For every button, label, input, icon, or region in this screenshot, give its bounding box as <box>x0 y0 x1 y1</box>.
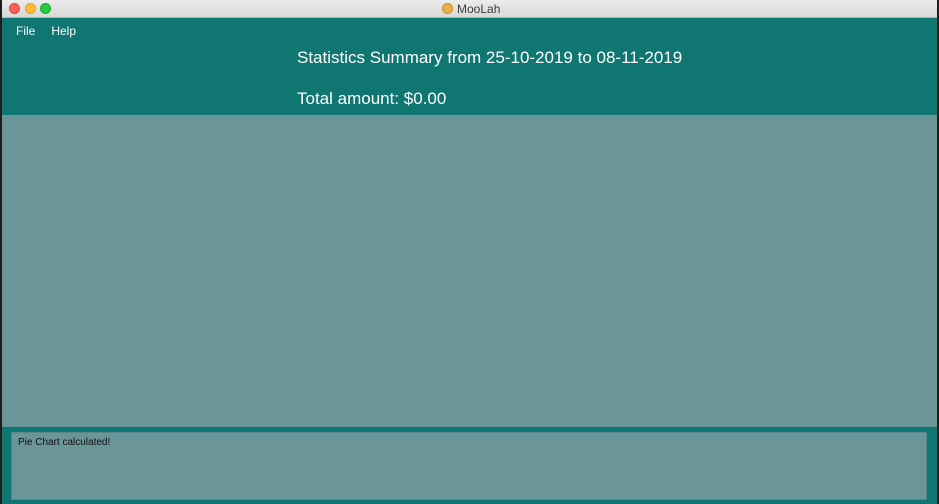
title-bar: MooLah <box>2 0 937 18</box>
result-display[interactable]: Pie Chart calculated! <box>11 432 927 500</box>
menu-bar: File Help <box>16 23 76 39</box>
statistics-header: File Help Statistics Summary from 25-10-… <box>2 18 937 115</box>
moolah-app-icon <box>442 3 453 14</box>
result-panel: Pie Chart calculated! <box>2 427 937 504</box>
maximize-window-button[interactable] <box>40 3 51 14</box>
total-amount: Total amount: $0.00 <box>297 89 447 108</box>
statistics-title: Statistics Summary from 25-10-2019 to 08… <box>297 48 683 67</box>
window-title: MooLah <box>457 2 501 16</box>
minimize-window-button[interactable] <box>25 3 36 14</box>
statistics-chart-area <box>2 115 937 427</box>
menu-file[interactable]: File <box>16 23 35 39</box>
app-window: MooLah File Help Statistics Summary from… <box>2 0 937 504</box>
menu-help[interactable]: Help <box>51 23 76 39</box>
close-window-button[interactable] <box>9 3 20 14</box>
result-message: Pie Chart calculated! <box>18 437 111 448</box>
